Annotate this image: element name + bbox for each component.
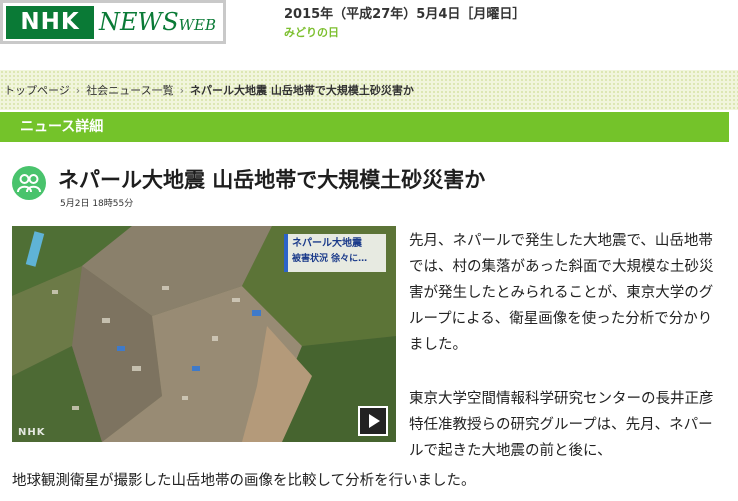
article-paragraph-2: 東京大学空間情報科学研究センターの長井正彦特任准教授らの研究グループは、先月、ネ…: [409, 391, 714, 459]
breadcrumb-current: ネパール大地震 山岳地帯で大規模土砂災害か: [190, 84, 414, 97]
breadcrumb: トップページ › 社会ニュース一覧 › ネパール大地震 山岳地帯で大規模土砂災害か: [4, 82, 414, 98]
video-caption: ネパール大地震 被害状況 徐々に…: [284, 234, 386, 272]
video-watermark: NHK: [18, 427, 46, 438]
header-date: 2015年（平成27年）5月4日［月曜日］: [284, 7, 526, 22]
breadcrumb-separator-icon: ›: [179, 84, 185, 97]
nhk-logo-text: NHK: [6, 6, 94, 39]
logo-news-text: NEWS: [99, 8, 179, 36]
video-caption-line-1: ネパール大地震: [292, 238, 362, 249]
site-header: NHK NEWSWEB 2015年（平成27年）5月4日［月曜日］ みどりの日: [0, 0, 738, 62]
section-title-bar: ニュース詳細: [0, 112, 729, 142]
play-button[interactable]: [358, 406, 388, 436]
news-web-logo-text: NEWSWEB: [99, 6, 216, 39]
article-paragraph-1: 先月、ネパールで発生した大地震で、山岳地帯では、村の集落があった斜面で大規模な土…: [409, 233, 714, 353]
article-paragraph-2-continued: 地球観測衛星が撮影した山岳地帯の画像を比較して分析を行いました。: [12, 473, 476, 489]
breadcrumb-separator-icon: ›: [75, 84, 81, 97]
logo-web-text: WEB: [178, 16, 217, 34]
breadcrumb-home-link[interactable]: トップページ: [4, 84, 70, 97]
play-icon: [369, 414, 380, 428]
article-timestamp: 5月2日 18時55分: [60, 199, 134, 209]
article-title: ネパール大地震 山岳地帯で大規模土砂災害か: [58, 168, 486, 192]
nhk-news-web-logo[interactable]: NHK NEWSWEB: [0, 0, 226, 44]
video-caption-line-2: 被害状況 徐々に…: [292, 254, 368, 264]
header-holiday: みどりの日: [284, 26, 339, 39]
breadcrumb-section-link[interactable]: 社会ニュース一覧: [86, 84, 173, 97]
news-video-player[interactable]: ネパール大地震 被害状況 徐々に… NHK: [12, 226, 396, 442]
social-people-icon: [12, 166, 46, 200]
